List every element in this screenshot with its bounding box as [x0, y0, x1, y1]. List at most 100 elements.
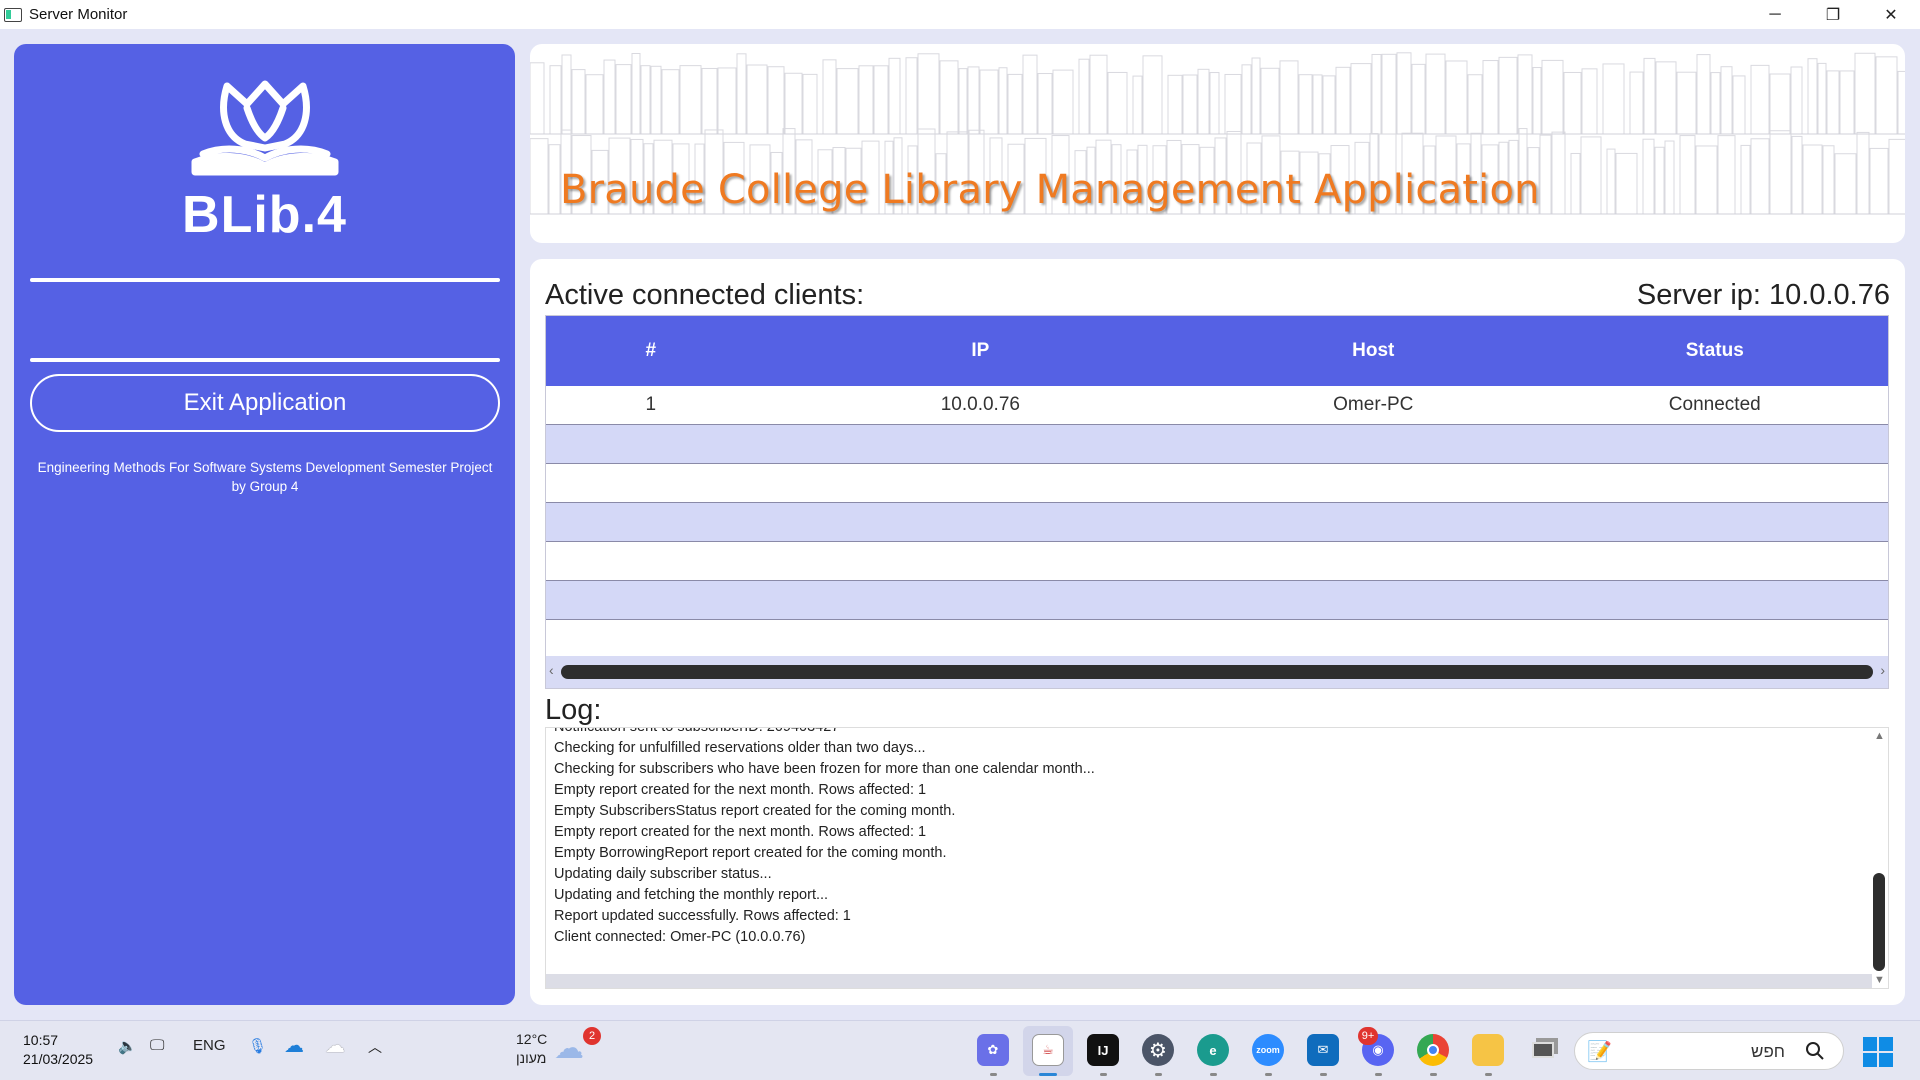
weather-widget[interactable]: 12°C מעונן: [516, 1030, 547, 1068]
log-section-title: Log:: [545, 694, 602, 726]
log-line: Empty report created for the next month.…: [554, 824, 927, 840]
log-line: Report updated successfully. Rows affect…: [554, 908, 851, 924]
weather-desc: מעונן: [516, 1050, 547, 1066]
logo: BLib.4: [14, 74, 515, 245]
chrome-icon[interactable]: [1417, 1034, 1449, 1066]
weather-cloud-icon: ☁: [554, 1032, 584, 1065]
settings-icon[interactable]: ⚙: [1142, 1034, 1174, 1066]
table-row-empty: [546, 542, 1888, 581]
mic-icon[interactable]: 🎙: [248, 1037, 267, 1055]
cloud-icon[interactable]: ☁: [325, 1033, 345, 1058]
file-explorer-icon[interactable]: [1472, 1034, 1504, 1066]
tulip-book-logo-icon: [191, 80, 338, 176]
log-line: Client connected: Omer-PC (10.0.0.76): [554, 929, 806, 945]
app-running-indicator: [1485, 1073, 1492, 1076]
windows-taskbar: 10:57 21/03/2025 🔈 🖵 ENG 🎙 ☁ ☁ ︿ 12°C מע…: [0, 1020, 1920, 1080]
scroll-right-icon[interactable]: ›: [1880, 662, 1885, 678]
header-banner: Braude College Library Management Applic…: [530, 44, 1905, 243]
window-controls: ─ ❐ ✕: [1746, 0, 1920, 29]
app-running-indicator: [1210, 1073, 1217, 1076]
scrollbar-thumb[interactable]: [561, 665, 1873, 679]
taskbar-clock[interactable]: 10:57 21/03/2025: [23, 1031, 93, 1069]
log-horizontal-scrollbar[interactable]: [546, 974, 1872, 988]
cell-ip: 10.0.0.76: [940, 394, 1020, 415]
table-row-empty: [546, 425, 1888, 464]
app-running-indicator: [1430, 1073, 1437, 1076]
taskbar-search[interactable]: 📝 חפש: [1574, 1032, 1844, 1070]
app-running-indicator: [1320, 1073, 1327, 1076]
sidebar: BLib.4 Exit Application Engineering Meth…: [14, 44, 515, 1005]
close-button[interactable]: ✕: [1862, 0, 1920, 29]
log-line: Checking for subscribers who have been f…: [554, 761, 1095, 777]
volume-icon[interactable]: 🔈: [118, 1037, 137, 1055]
intellij-icon[interactable]: IJ: [1087, 1034, 1119, 1066]
logo-text: BLib.4: [182, 186, 347, 244]
cell-number: 1: [645, 394, 657, 415]
log-line: Checking for unfulfilled reservations ol…: [554, 740, 926, 756]
app-running-indicator: [1375, 1073, 1382, 1076]
weather-notification-badge: 2: [583, 1027, 601, 1045]
table-horizontal-scrollbar[interactable]: ‹ ›: [546, 656, 1888, 688]
language-indicator[interactable]: ENG: [193, 1037, 226, 1054]
minimize-button[interactable]: ─: [1746, 0, 1804, 29]
start-tile: [1879, 1037, 1893, 1051]
log-textarea[interactable]: Notification sent to subscriberID: 20940…: [545, 727, 1889, 989]
project-description: Engineering Methods For Software Systems…: [30, 458, 500, 496]
blib-app-icon[interactable]: ✿: [977, 1034, 1009, 1066]
chevron-up-icon[interactable]: ︿: [368, 1037, 382, 1057]
task-view-icon[interactable]: [1527, 1034, 1559, 1066]
column-header-ip[interactable]: IP: [756, 340, 1205, 362]
clock-date: 21/03/2025: [23, 1051, 94, 1067]
log-lines: Notification sent to subscriberID: 20940…: [554, 727, 1095, 948]
log-scrollbar-thumb[interactable]: [1873, 873, 1885, 971]
search-highlight-icon: 📝: [1587, 1041, 1612, 1063]
clients-section-title: Active connected clients:: [545, 279, 865, 311]
log-line: Notification sent to subscriberID: 20940…: [554, 727, 840, 735]
start-tile: [1863, 1053, 1877, 1067]
java-app-icon[interactable]: ☕: [1032, 1034, 1064, 1066]
sidebar-divider-bottom: [30, 358, 500, 362]
table-row[interactable]: 1 10.0.0.76 Omer-PC Connected: [546, 386, 1888, 425]
windows-start-icon[interactable]: [1863, 1037, 1893, 1067]
scroll-up-icon[interactable]: ▲: [1874, 730, 1885, 742]
window-titlebar: Server Monitor ─ ❐ ✕: [0, 0, 1920, 29]
log-line: Empty report created for the next month.…: [554, 782, 927, 798]
app-area: BLib.4 Exit Application Engineering Meth…: [0, 29, 1920, 1020]
search-placeholder: חפש: [1751, 1042, 1785, 1061]
sidebar-divider-top: [30, 278, 500, 282]
weather-temp: 12°C: [516, 1031, 548, 1047]
zoom-icon[interactable]: zoom: [1252, 1034, 1284, 1066]
cell-host: Omer-PC: [1333, 394, 1414, 415]
exit-application-button[interactable]: Exit Application: [30, 374, 500, 432]
onedrive-icon[interactable]: ☁: [284, 1033, 304, 1058]
log-line: Empty BorrowingReport report created for…: [554, 845, 947, 861]
outlook-icon[interactable]: ✉: [1307, 1034, 1339, 1066]
server-ip-label: Server ip: 10.0.0.76: [1636, 279, 1890, 311]
app-running-indicator: [1100, 1073, 1107, 1076]
scroll-left-icon[interactable]: ‹: [549, 662, 554, 678]
scroll-down-icon[interactable]: ▼: [1874, 974, 1885, 986]
start-tile: [1879, 1053, 1893, 1067]
table-row-empty: [546, 503, 1888, 542]
log-line: Updating and fetching the monthly report…: [554, 887, 829, 903]
restore-button[interactable]: ❐: [1804, 0, 1862, 29]
server-monitor-app-icon: [4, 7, 22, 22]
log-line: Updating daily subscriber status...: [554, 866, 772, 882]
table-row-empty: [546, 581, 1888, 620]
column-header-number[interactable]: #: [546, 340, 756, 362]
app-active-indicator: [1039, 1073, 1057, 1076]
project-text-line2: by Group 4: [231, 479, 299, 494]
app-running-indicator: [1155, 1073, 1162, 1076]
column-header-host[interactable]: Host: [1205, 340, 1542, 362]
log-vertical-scrollbar[interactable]: ▲ ▼: [1870, 728, 1888, 988]
main-panel: Active connected clients: Server ip: 10.…: [530, 259, 1905, 1005]
display-icon[interactable]: 🖵: [150, 1037, 164, 1054]
column-header-status[interactable]: Status: [1542, 340, 1888, 362]
edge-icon[interactable]: e: [1197, 1034, 1229, 1066]
table-header: # IP Host Status: [546, 316, 1888, 386]
discord-notification-badge: 9+: [1358, 1027, 1378, 1045]
search-icon: [1806, 1042, 1824, 1060]
banner-title: Braude College Library Management Applic…: [560, 167, 1540, 213]
clock-time: 10:57: [23, 1032, 59, 1048]
start-tile: [1863, 1037, 1877, 1051]
